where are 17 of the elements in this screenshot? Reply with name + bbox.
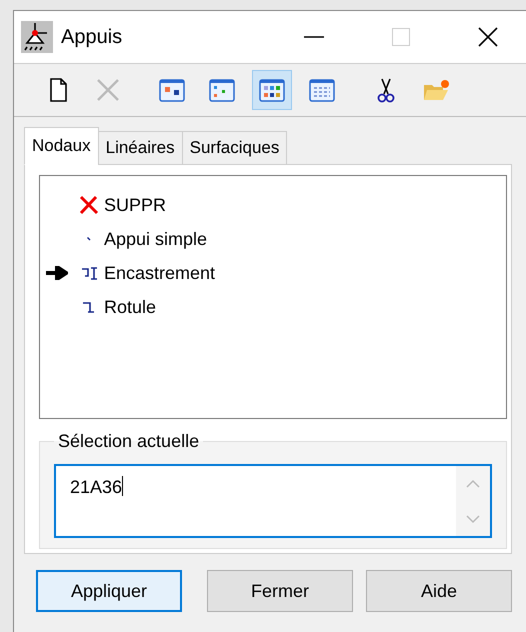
hinge-icon bbox=[83, 302, 95, 312]
tab[interactable]: Linéaires bbox=[98, 131, 183, 165]
dialog-button[interactable]: Fermer bbox=[207, 570, 353, 612]
list-item[interactable]: Appui simple bbox=[104, 228, 208, 250]
app-icon bbox=[21, 21, 53, 53]
list-item[interactable]: Encastrement bbox=[104, 262, 216, 284]
dialog-button[interactable]: Appliquer bbox=[36, 570, 182, 612]
list-item[interactable]: Rotule bbox=[104, 296, 156, 318]
group-label: Sélection actuelle bbox=[57, 431, 200, 452]
tab[interactable]: Nodaux bbox=[24, 127, 99, 165]
tab[interactable]: Surfaciques bbox=[182, 131, 288, 165]
view-mode-button[interactable] bbox=[252, 70, 292, 110]
dialog-button[interactable]: Aide bbox=[366, 570, 512, 612]
cross-icon bbox=[78, 195, 100, 215]
close-icon[interactable] bbox=[478, 27, 498, 47]
window-title: Appuis bbox=[61, 26, 122, 48]
list-item[interactable]: SUPPR bbox=[104, 194, 166, 216]
